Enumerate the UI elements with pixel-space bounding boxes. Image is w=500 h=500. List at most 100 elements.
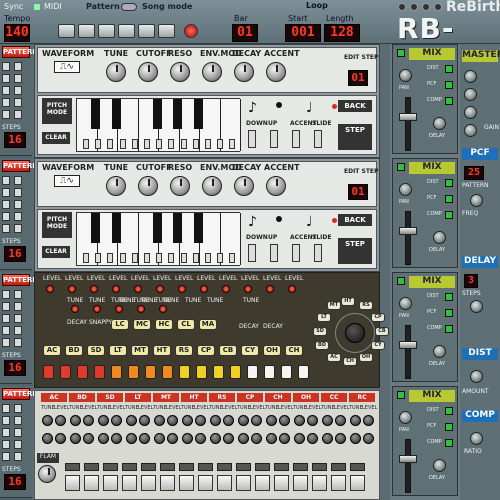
synth-knob[interactable]: [170, 176, 190, 196]
step-button[interactable]: [179, 365, 190, 379]
mode-toggle[interactable]: [121, 3, 137, 11]
black-key[interactable]: [91, 99, 100, 130]
fx-button[interactable]: [445, 81, 453, 89]
back-button[interactable]: BACK: [338, 214, 372, 226]
key-step-button[interactable]: [119, 139, 126, 149]
selector-label[interactable]: SD: [313, 327, 327, 336]
pattern-select-button[interactable]: [14, 212, 22, 221]
pattern-select-button[interactable]: [2, 452, 10, 461]
drum-knob[interactable]: [363, 415, 374, 426]
step-button[interactable]: [43, 365, 54, 379]
delay-knob[interactable]: [433, 459, 446, 472]
drum-knob[interactable]: [210, 433, 221, 444]
instrument-button[interactable]: AC: [43, 345, 61, 356]
step-button[interactable]: [274, 475, 289, 491]
key-step-button[interactable]: [180, 253, 187, 263]
forward-button[interactable]: [98, 24, 115, 38]
key-step-button[interactable]: [83, 253, 89, 263]
pattern-select-button[interactable]: [14, 440, 22, 449]
synth-knob[interactable]: [138, 176, 158, 196]
step-button[interactable]: [264, 365, 275, 379]
pattern-select-button[interactable]: [14, 74, 22, 83]
seq-button[interactable]: [292, 244, 300, 262]
step-button[interactable]: [298, 365, 309, 379]
synth-knob[interactable]: [106, 176, 126, 196]
delay-knob[interactable]: [433, 345, 446, 358]
level-knob[interactable]: [112, 285, 120, 293]
master-knob[interactable]: [464, 124, 477, 137]
level-knob[interactable]: [178, 285, 186, 293]
pan-knob[interactable]: [399, 69, 412, 82]
tune-knob[interactable]: [93, 305, 101, 313]
key-step-button[interactable]: [192, 139, 199, 149]
volume-fader-cap[interactable]: [399, 455, 417, 463]
key-step-button[interactable]: [168, 139, 175, 149]
drum-knob[interactable]: [223, 415, 234, 426]
volume-fader-track[interactable]: [405, 97, 411, 151]
instrument-button[interactable]: CH: [285, 345, 303, 356]
key-step-button[interactable]: [144, 253, 150, 263]
seq-button[interactable]: [270, 130, 278, 148]
tone-button[interactable]: LC: [111, 319, 129, 330]
drum-knob[interactable]: [126, 433, 137, 444]
tune-knob[interactable]: [71, 305, 79, 313]
key-step-button[interactable]: [156, 139, 163, 149]
pattern-select-button[interactable]: [14, 338, 22, 347]
key-step-button[interactable]: [95, 253, 102, 263]
pattern-select-button[interactable]: [14, 176, 22, 185]
black-key[interactable]: [153, 99, 162, 130]
seq-button[interactable]: [314, 244, 322, 262]
drum-knob[interactable]: [251, 415, 262, 426]
tone-button[interactable]: HC: [155, 319, 173, 330]
selector-label[interactable]: LT: [317, 313, 331, 322]
seq-button[interactable]: [314, 130, 322, 148]
step-button[interactable]: [312, 475, 327, 491]
pattern-select-button[interactable]: [2, 212, 10, 221]
level-knob[interactable]: [222, 285, 230, 293]
level-knob[interactable]: [68, 285, 76, 293]
synth-knob[interactable]: [234, 176, 254, 196]
drum-knob[interactable]: [195, 415, 206, 426]
level-knob[interactable]: [46, 285, 54, 293]
pattern-select-button[interactable]: [2, 290, 10, 299]
instrument-button[interactable]: OH: [263, 345, 281, 356]
selector-label[interactable]: HT: [341, 297, 355, 306]
drum-knob[interactable]: [251, 433, 262, 444]
key-step-button[interactable]: [180, 139, 187, 149]
pattern-select-button[interactable]: [14, 98, 22, 107]
drum-knob[interactable]: [182, 433, 193, 444]
drum-knob[interactable]: [154, 415, 165, 426]
volume-fader-track[interactable]: [405, 325, 411, 379]
drum-knob[interactable]: [195, 433, 206, 444]
pattern-select-button[interactable]: [2, 86, 10, 95]
drum-knob[interactable]: [154, 433, 165, 444]
level-knob[interactable]: [156, 285, 164, 293]
key-step-button[interactable]: [107, 139, 114, 149]
pattern-select-button[interactable]: [14, 200, 22, 209]
instrument-button[interactable]: SD: [87, 345, 105, 356]
level-knob[interactable]: [200, 285, 208, 293]
level-knob[interactable]: [288, 285, 296, 293]
steps-display[interactable]: 16: [4, 246, 26, 262]
level-knob[interactable]: [266, 285, 274, 293]
key-step-button[interactable]: [217, 253, 224, 263]
black-key[interactable]: [194, 213, 203, 244]
pattern-select-button[interactable]: [2, 440, 10, 449]
pattern-select-button[interactable]: [14, 314, 22, 323]
drum-knob[interactable]: [55, 433, 66, 444]
step-button[interactable]: [141, 475, 156, 491]
rewind-button[interactable]: [58, 24, 75, 38]
black-key[interactable]: [91, 213, 100, 244]
delay-knob[interactable]: [433, 231, 446, 244]
key-step-button[interactable]: [131, 253, 138, 263]
drum-knob[interactable]: [294, 415, 305, 426]
key-step-button[interactable]: [144, 139, 150, 149]
drum-knob[interactable]: [167, 433, 178, 444]
level-knob[interactable]: [90, 285, 98, 293]
synth-knob[interactable]: [138, 62, 158, 82]
drum-knob[interactable]: [350, 415, 361, 426]
key-step-button[interactable]: [168, 253, 175, 263]
key-step-button[interactable]: [156, 253, 163, 263]
instrument-button[interactable]: CB: [219, 345, 237, 356]
tone-button[interactable]: CL: [177, 319, 195, 330]
